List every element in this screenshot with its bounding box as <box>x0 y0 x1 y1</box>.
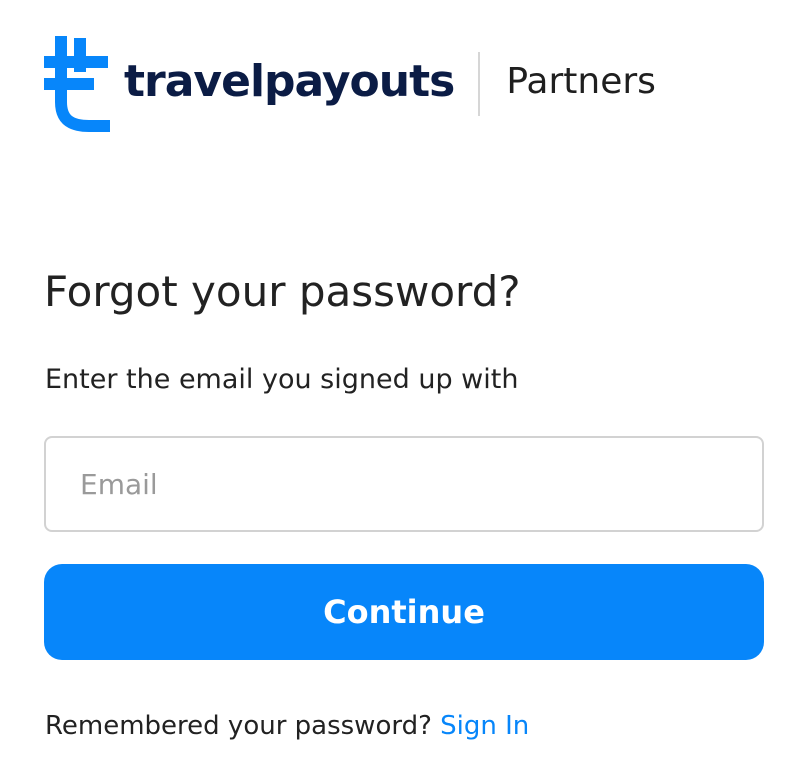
forgot-password-page: travelpayouts Partners Forgot your passw… <box>0 0 798 766</box>
section-label: Partners <box>506 61 656 102</box>
header: travelpayouts Partners <box>44 36 656 132</box>
travelpayouts-logo-icon <box>44 36 110 132</box>
email-field[interactable] <box>44 436 764 532</box>
logo-link[interactable]: travelpayouts <box>44 36 455 132</box>
signin-prompt: Remembered your password? Sign In <box>45 706 529 746</box>
header-divider <box>478 52 481 116</box>
continue-button[interactable]: Continue <box>44 564 764 660</box>
page-subtitle: Enter the email you signed up with <box>45 364 519 395</box>
brand-name: travelpayouts <box>124 56 455 107</box>
signin-prompt-text: Remembered your password? <box>45 711 432 741</box>
signin-link[interactable]: Sign In <box>440 711 529 741</box>
page-title: Forgot your password? <box>44 267 521 316</box>
